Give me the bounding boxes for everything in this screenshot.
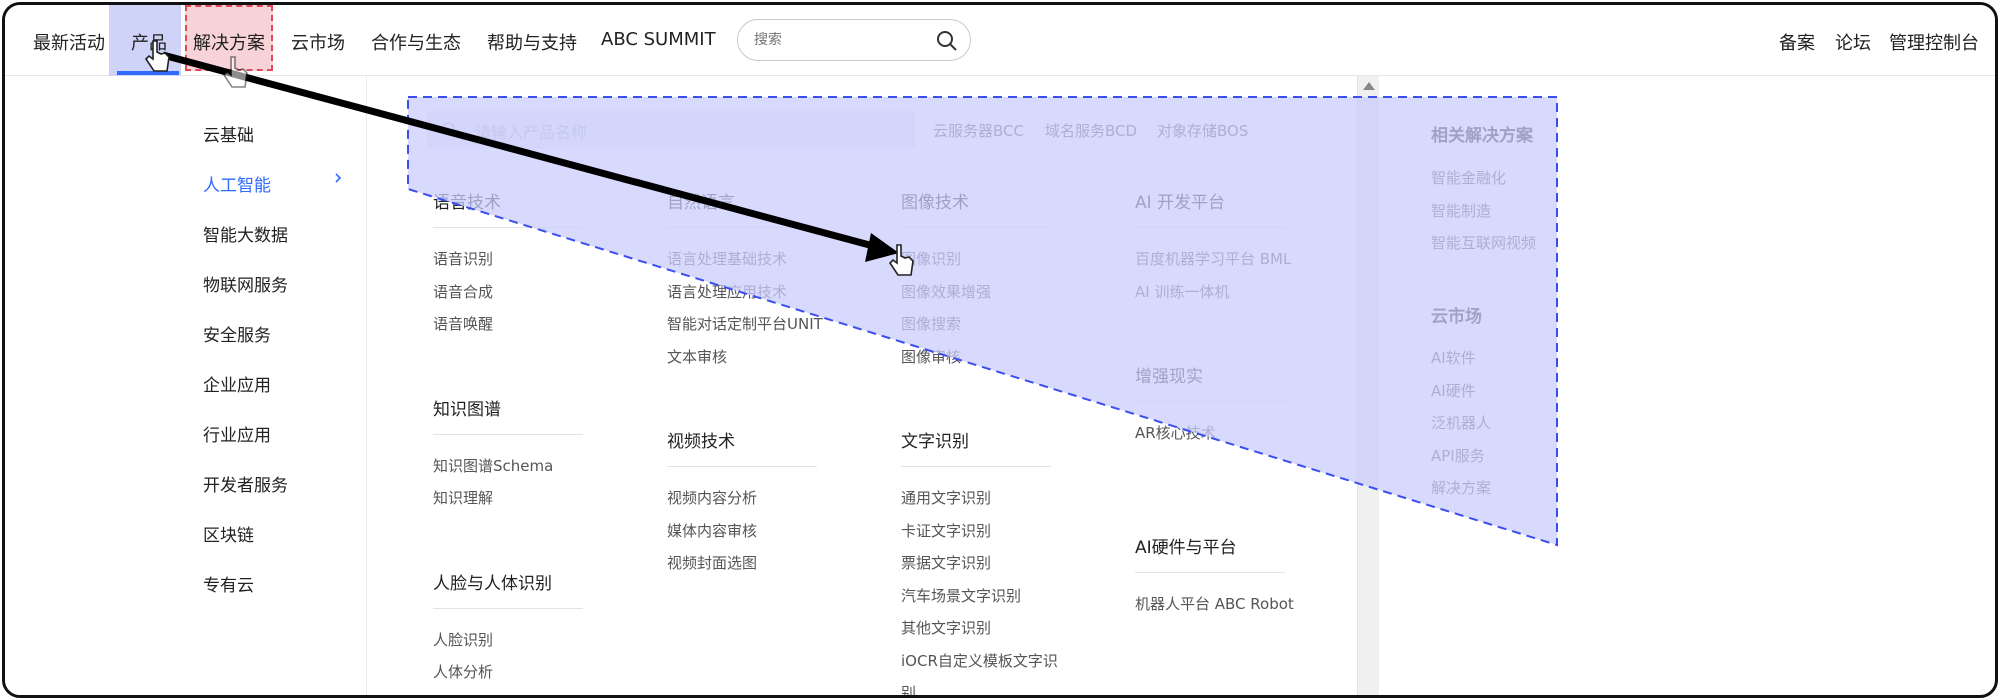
- nav-item-solutions[interactable]: 解决方案: [193, 29, 265, 55]
- product-link[interactable]: 智能对话定制平台UNIT: [667, 313, 823, 334]
- product-search-placeholder: 请输入产品名称: [475, 123, 588, 142]
- group-title-nlp: 自然语言: [667, 193, 735, 213]
- category-item[interactable]: 行业应用: [203, 421, 271, 446]
- nav-item-latest[interactable]: 最新活动: [33, 29, 105, 55]
- category-item[interactable]: 专有云: [203, 571, 254, 596]
- product-link[interactable]: 人脸识别: [433, 629, 493, 650]
- product-link[interactable]: 机器人平台 ABC Robot: [1135, 593, 1294, 614]
- nav-search-input[interactable]: [754, 29, 924, 51]
- solution-link[interactable]: 智能制造: [1431, 200, 1491, 221]
- nav-item-summit[interactable]: ABC SUMMIT: [601, 29, 716, 50]
- group-title-ai-platform: AI 开发平台: [1135, 193, 1226, 213]
- category-item[interactable]: 安全服务: [203, 321, 271, 346]
- drag-arrow-head: [865, 233, 899, 262]
- search-icon: [442, 122, 458, 138]
- product-link[interactable]: 通用文字识别: [901, 487, 991, 508]
- product-link[interactable]: 百度机器学习平台 BML: [1135, 248, 1291, 269]
- search-icon[interactable]: [936, 30, 958, 52]
- product-link[interactable]: 语音唤醒: [433, 313, 493, 334]
- product-link[interactable]: 视频内容分析: [667, 487, 757, 508]
- window-frame: 最新活动 产品 解决方案 云市场 合作与生态 帮助与支持 ABC SUMMIT …: [2, 2, 1998, 698]
- group-divider: [667, 466, 817, 467]
- quick-link[interactable]: 对象存储BOS: [1157, 120, 1248, 141]
- product-link[interactable]: 卡证文字识别: [901, 520, 991, 541]
- product-link[interactable]: AI 训练一体机: [1135, 281, 1229, 302]
- product-search[interactable]: 请输入产品名称: [427, 111, 915, 149]
- group-divider: [433, 434, 583, 435]
- group-title-ar: 增强现实: [1135, 367, 1203, 387]
- group-divider: [901, 227, 1051, 228]
- nav-item-console[interactable]: 管理控制台: [1889, 29, 1979, 55]
- product-link[interactable]: 媒体内容审核: [667, 520, 757, 541]
- group-divider: [433, 227, 583, 228]
- group-divider: [901, 466, 1051, 467]
- quick-link[interactable]: 域名服务BCD: [1045, 120, 1137, 141]
- nav-item-help[interactable]: 帮助与支持: [487, 29, 577, 55]
- product-link[interactable]: 语音识别: [433, 248, 493, 269]
- market-link[interactable]: 解决方案: [1431, 477, 1491, 498]
- market-title: 云市场: [1431, 307, 1482, 327]
- category-sidebar: [5, 76, 367, 695]
- group-divider: [1135, 227, 1285, 228]
- category-item-active[interactable]: 人工智能: [203, 171, 271, 196]
- market-link[interactable]: API服务: [1431, 445, 1485, 466]
- group-title-speech: 语音技术: [433, 193, 501, 213]
- nav-search[interactable]: [737, 19, 971, 61]
- category-item[interactable]: 云基础: [203, 121, 254, 146]
- category-item[interactable]: 开发者服务: [203, 471, 288, 496]
- hover-region: [407, 96, 1558, 547]
- nav-item-products[interactable]: 产品: [131, 29, 167, 55]
- group-divider: [1135, 572, 1285, 573]
- product-link[interactable]: 语言处理应用技术: [667, 281, 787, 302]
- group-divider: [1135, 401, 1285, 402]
- nav-active-underline: [117, 71, 179, 75]
- nav-item-market[interactable]: 云市场: [291, 29, 345, 55]
- category-item[interactable]: 物联网服务: [203, 271, 288, 296]
- group-title-face: 人脸与人体识别: [433, 574, 552, 594]
- vertical-scrollbar[interactable]: [1357, 76, 1379, 695]
- group-divider: [433, 608, 583, 609]
- market-link[interactable]: AI软件: [1431, 347, 1476, 368]
- market-link[interactable]: 泛机器人: [1431, 412, 1491, 433]
- category-item[interactable]: 企业应用: [203, 371, 271, 396]
- solution-link[interactable]: 智能金融化: [1431, 167, 1506, 188]
- group-title-hardware: AI硬件与平台: [1135, 538, 1237, 558]
- nav-item-forum[interactable]: 论坛: [1835, 29, 1871, 55]
- quick-link[interactable]: 云服务器BCC: [933, 120, 1024, 141]
- market-link[interactable]: AI硬件: [1431, 380, 1476, 401]
- product-link[interactable]: iOCR自定义模板文字识: [901, 650, 1058, 671]
- group-title-video: 视频技术: [667, 432, 735, 452]
- nav-item-filing[interactable]: 备案: [1779, 29, 1815, 55]
- product-link[interactable]: 图像搜索: [901, 313, 961, 334]
- product-link[interactable]: 视频封面选图: [667, 552, 757, 573]
- scroll-up-icon[interactable]: [1363, 82, 1375, 90]
- top-nav: 最新活动 产品 解决方案 云市场 合作与生态 帮助与支持 ABC SUMMIT …: [5, 5, 1995, 76]
- group-title-image: 图像技术: [901, 193, 969, 213]
- product-link[interactable]: 知识图谱Schema: [433, 455, 553, 476]
- product-link[interactable]: 语音合成: [433, 281, 493, 302]
- product-link[interactable]: 图像效果增强: [901, 281, 991, 302]
- solutions-title: 相关解决方案: [1431, 126, 1533, 146]
- group-title-knowledge: 知识图谱: [433, 400, 501, 420]
- product-link[interactable]: 文本审核: [667, 346, 727, 367]
- product-link-continued[interactable]: 别: [901, 682, 916, 695]
- category-item[interactable]: 智能大数据: [203, 221, 288, 246]
- category-item[interactable]: 区块链: [203, 521, 254, 546]
- product-link[interactable]: 图像审核: [901, 346, 961, 367]
- product-link[interactable]: AR核心技术: [1135, 422, 1216, 443]
- product-link[interactable]: 其他文字识别: [901, 617, 991, 638]
- group-divider: [667, 227, 817, 228]
- nav-item-ecosystem[interactable]: 合作与生态: [371, 29, 461, 55]
- product-link[interactable]: 图像识别: [901, 248, 961, 269]
- product-link[interactable]: 语言处理基础技术: [667, 248, 787, 269]
- product-link[interactable]: 票据文字识别: [901, 552, 991, 573]
- solution-link[interactable]: 智能互联网视频: [1431, 232, 1536, 253]
- group-title-ocr: 文字识别: [901, 432, 969, 452]
- product-link[interactable]: 人体分析: [433, 661, 493, 682]
- chevron-right-icon: [335, 173, 342, 183]
- product-link[interactable]: 知识理解: [433, 487, 493, 508]
- product-link[interactable]: 汽车场景文字识别: [901, 585, 1021, 606]
